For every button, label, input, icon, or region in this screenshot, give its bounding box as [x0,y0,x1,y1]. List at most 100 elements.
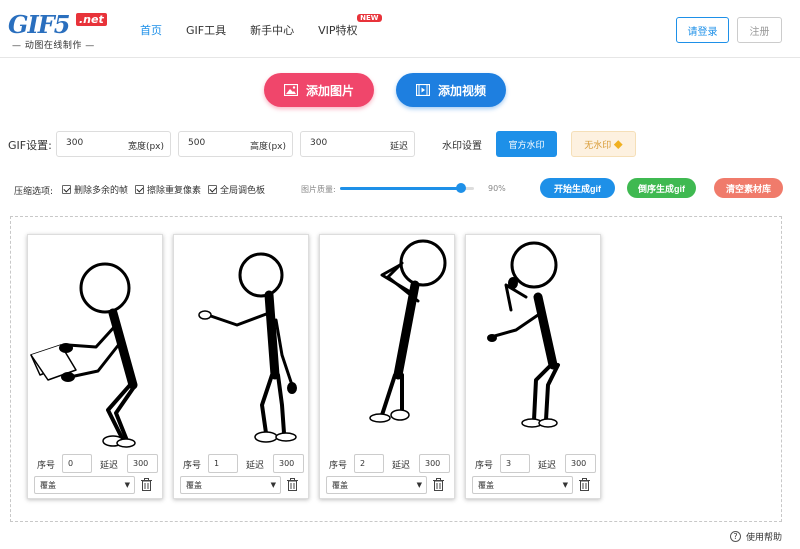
checkbox-label: 全局调色板 [220,186,266,196]
compression-row: 压缩选项: 删除多余的帧 擦除重复像素 全局调色板 图片质量: 90% 开始生成… [0,178,800,200]
delay-field[interactable]: 延迟 [300,131,415,157]
frame-mode-value: 覆盖 [186,481,202,490]
compression-label: 压缩选项: [14,187,54,197]
no-watermark-label: 无水印 [584,139,612,150]
gif-settings-label: GIF设置: [8,139,52,152]
frame-delay-input[interactable]: 300 [565,454,596,473]
width-input[interactable] [66,138,116,148]
question-icon: ? [730,531,741,542]
frame-delay-input[interactable]: 300 [273,454,304,473]
checkbox-checked-icon[interactable] [135,185,144,194]
no-watermark-button[interactable]: 无水印 ◆ [571,131,636,157]
frame-controls: 序号 2 延迟 300 [326,454,450,474]
seq-label: 序号 [329,461,348,471]
frame-controls: 序号 1 延迟 300 [180,454,304,474]
logo-text: GIF5 [8,10,70,39]
nav-vip[interactable]: VIP特权 NEW [318,14,382,38]
delay-unit: 延迟 [389,142,408,152]
width-field[interactable]: 宽度(px) [56,131,171,157]
frame-mode-select[interactable]: 覆盖 ▼ [180,476,281,494]
register-button[interactable]: 注册 [737,17,782,43]
width-unit: 宽度(px) [127,142,164,152]
clear-library-button[interactable]: 清空素材库 [714,178,783,198]
help-link[interactable]: ? 使用帮助 [730,530,782,543]
new-badge: NEW [357,14,382,22]
checkbox-erase-pixels[interactable]: 擦除重复像素 [135,183,201,196]
frame-thumbnail[interactable] [174,235,310,451]
checkbox-label: 擦除重复像素 [147,186,202,196]
top-header: GIF5 .net — 动图在线制作 — 首页 GIF工具 新手中心 VIP特权… [0,0,800,58]
trash-icon[interactable] [433,478,444,491]
frame-mode-value: 覆盖 [332,481,348,490]
frame-card[interactable]: 序号 2 延迟 300 覆盖 ▼ [319,234,455,499]
main-nav: 首页 GIF工具 新手中心 VIP特权 NEW [140,14,382,38]
frame-mode-select[interactable]: 覆盖 ▼ [472,476,573,494]
add-video-button[interactable]: 添加视频 [396,73,506,107]
quality-slider-thumb[interactable] [455,183,466,193]
chevron-down-icon: ▼ [562,481,568,489]
quality-slider[interactable] [340,183,474,193]
quality-value: 90% [488,184,506,193]
frame-thumbnail[interactable] [28,235,164,451]
seq-label: 序号 [183,461,202,471]
height-field[interactable]: 高度(px) [178,131,293,157]
frame-thumbnail[interactable] [320,235,456,451]
nav-beginner-center[interactable]: 新手中心 [250,22,294,38]
nav-gif-tools[interactable]: GIF工具 [186,22,226,38]
trash-icon[interactable] [287,478,298,491]
frame-delay-input[interactable]: 300 [419,454,450,473]
login-button[interactable]: 请登录 [676,17,729,43]
frame-controls: 序号 3 延迟 300 [472,454,596,474]
watermark-label: 水印设置 [442,141,482,152]
checkbox-checked-icon[interactable] [208,185,217,194]
add-video-label: 添加视频 [437,83,486,98]
logo-subtitle: — 动图在线制作 — [12,41,95,51]
trash-icon[interactable] [141,478,152,491]
frame-thumbnail[interactable] [466,235,602,451]
frame-mode-select[interactable]: 覆盖 ▼ [326,476,427,494]
delay-label: 延迟 [100,461,119,471]
seq-label: 序号 [37,461,56,471]
image-icon [283,84,298,96]
seq-input[interactable]: 1 [208,454,238,473]
seq-input[interactable]: 0 [62,454,92,473]
seq-input[interactable]: 2 [354,454,384,473]
checkbox-remove-frames[interactable]: 删除多余的帧 [62,183,128,196]
seq-input[interactable]: 3 [500,454,530,473]
seq-label: 序号 [475,461,494,471]
frame-delay-input[interactable]: 300 [127,454,158,473]
checkbox-label: 删除多余的帧 [74,186,129,196]
height-unit: 高度(px) [249,142,286,152]
checkbox-global-palette[interactable]: 全局调色板 [208,183,265,196]
nav-home[interactable]: 首页 [140,22,162,38]
quality-label: 图片质量: [301,185,336,194]
frame-card[interactable]: 序号 1 延迟 300 覆盖 ▼ [173,234,309,499]
frame-controls: 序号 0 延迟 300 [34,454,158,474]
height-input[interactable] [188,138,238,148]
help-label: 使用帮助 [746,533,783,543]
chevron-down-icon: ▼ [416,481,422,489]
logo-tld-badge: .net [76,13,107,26]
nav-vip-label: VIP特权 [318,24,358,37]
diamond-icon: ◆ [613,139,623,150]
reverse-generate-button[interactable]: 倒序生成gif [627,178,696,198]
quality-slider-fill [340,187,461,190]
frame-mode-select[interactable]: 覆盖 ▼ [34,476,135,494]
frame-card[interactable]: 序号 0 延迟 300 覆盖 ▼ [27,234,163,499]
gif-settings-row: GIF设置: 宽度(px) 高度(px) 延迟 水印设置 官方水印 无水印 ◆ [0,131,800,157]
frame-mode-value: 覆盖 [40,481,56,490]
frame-card[interactable]: 序号 3 延迟 300 覆盖 ▼ [465,234,601,499]
frame-mode-value: 覆盖 [478,481,494,490]
site-logo[interactable]: GIF5 .net — 动图在线制作 — [8,10,108,51]
delay-label: 延迟 [392,461,411,471]
delay-label: 延迟 [538,461,557,471]
delay-label: 延迟 [246,461,265,471]
add-image-button[interactable]: 添加图片 [264,73,374,107]
delay-input[interactable] [310,138,360,148]
checkbox-checked-icon[interactable] [62,185,71,194]
add-image-label: 添加图片 [305,83,354,98]
trash-icon[interactable] [579,478,590,491]
video-icon [415,84,430,96]
start-generate-button[interactable]: 开始生成gif [540,178,615,198]
official-watermark-button[interactable]: 官方水印 [496,131,557,157]
